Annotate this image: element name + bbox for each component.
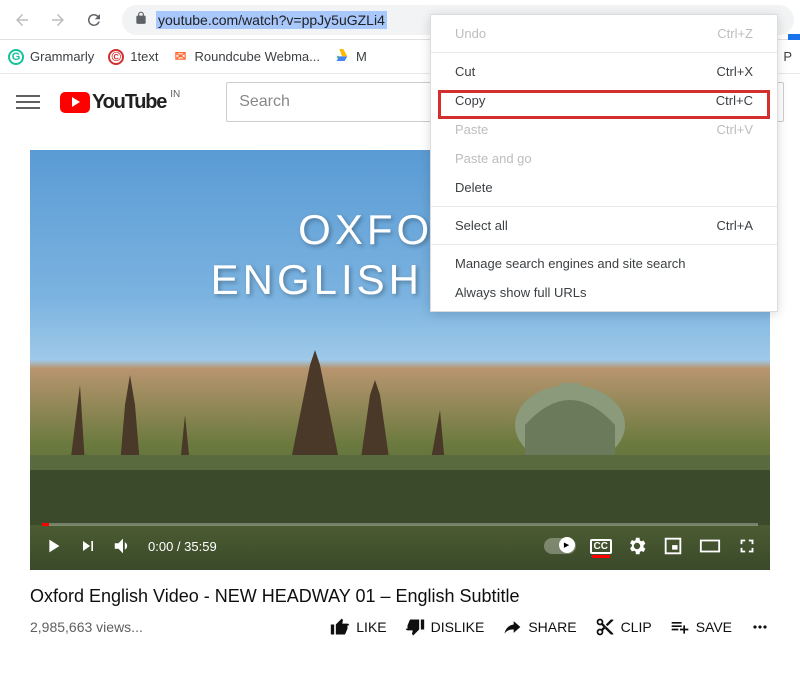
meta-row: 2,985,663 views... LIKE DISLIKE SHARE CL… xyxy=(30,617,770,637)
bookmark-1text[interactable]: © 1text xyxy=(108,49,158,65)
country-code: IN xyxy=(170,89,180,100)
menu-delete[interactable]: Delete xyxy=(431,173,777,202)
youtube-play-icon xyxy=(60,92,90,113)
share-button[interactable]: SHARE xyxy=(502,617,576,637)
settings-button[interactable] xyxy=(626,535,648,557)
roundcube-icon: ✉ xyxy=(172,49,188,65)
like-button[interactable]: LIKE xyxy=(330,617,386,637)
bookmark-grammarly[interactable]: G Grammarly xyxy=(8,49,94,65)
arrow-left-icon xyxy=(13,11,31,29)
scissors-icon xyxy=(595,617,615,637)
play-button[interactable] xyxy=(42,535,64,557)
player-controls: 0:00 / 35:59 CC xyxy=(30,522,770,570)
video-title: Oxford English Video - NEW HEADWAY 01 – … xyxy=(30,586,770,607)
search-placeholder: Search xyxy=(239,93,290,111)
lock-icon xyxy=(134,11,148,28)
video-metadata: Oxford English Video - NEW HEADWAY 01 – … xyxy=(0,570,800,653)
context-menu: UndoCtrl+Z CutCtrl+X CopyCtrl+C PasteCtr… xyxy=(430,14,778,312)
bookmark-roundcube[interactable]: ✉ Roundcube Webma... xyxy=(172,49,320,65)
forward-button[interactable] xyxy=(42,4,74,36)
captions-button[interactable]: CC xyxy=(590,539,612,554)
grammarly-icon: G xyxy=(8,49,24,65)
drive-icon xyxy=(334,47,350,66)
clip-button[interactable]: CLIP xyxy=(595,617,652,637)
menu-full-urls[interactable]: Always show full URLs xyxy=(431,278,777,307)
menu-select-all[interactable]: Select allCtrl+A xyxy=(431,211,777,240)
menu-cut[interactable]: CutCtrl+X xyxy=(431,57,777,86)
url-text: youtube.com/watch?v=ppJy5uGZLi4 xyxy=(156,11,387,29)
youtube-brand-text: YouTube xyxy=(92,91,166,114)
save-button[interactable]: SAVE xyxy=(670,617,732,637)
menu-undo[interactable]: UndoCtrl+Z xyxy=(431,19,777,48)
bookmark-label: M xyxy=(356,49,367,64)
thumbs-down-icon xyxy=(405,617,425,637)
next-button[interactable] xyxy=(78,536,98,556)
more-button[interactable] xyxy=(750,617,770,637)
menu-copy[interactable]: CopyCtrl+C xyxy=(431,86,777,115)
menu-paste[interactable]: PasteCtrl+V xyxy=(431,115,777,144)
playlist-add-icon xyxy=(670,617,690,637)
bookmark-label: P xyxy=(783,49,792,64)
reload-icon xyxy=(85,11,103,29)
onetext-icon: © xyxy=(108,49,124,65)
view-count: 2,985,663 views... xyxy=(30,619,170,635)
fullscreen-button[interactable] xyxy=(736,535,758,557)
bookmark-label: 1text xyxy=(130,49,158,64)
menu-paste-go[interactable]: Paste and go xyxy=(431,144,777,173)
more-horiz-icon xyxy=(750,617,770,637)
bookmark-label: Roundcube Webma... xyxy=(194,49,320,64)
time-display: 0:00 / 35:59 xyxy=(148,539,217,554)
miniplayer-button[interactable] xyxy=(662,535,684,557)
thumbs-up-icon xyxy=(330,617,350,637)
reload-button[interactable] xyxy=(78,4,110,36)
back-button[interactable] xyxy=(6,4,38,36)
volume-button[interactable] xyxy=(112,535,134,557)
arrow-right-icon xyxy=(49,11,67,29)
tab-edge xyxy=(788,34,800,40)
autoplay-toggle[interactable] xyxy=(544,538,576,554)
share-icon xyxy=(502,617,522,637)
youtube-logo[interactable]: YouTube IN xyxy=(60,91,166,114)
menu-button[interactable] xyxy=(16,90,40,114)
skyline-graphic xyxy=(30,325,770,525)
video-actions: LIKE DISLIKE SHARE CLIP SAVE xyxy=(330,617,770,637)
theater-button[interactable] xyxy=(698,535,722,557)
bookmark-drive[interactable]: M xyxy=(334,47,367,66)
dislike-button[interactable]: DISLIKE xyxy=(405,617,485,637)
bookmark-label: Grammarly xyxy=(30,49,94,64)
menu-manage-search[interactable]: Manage search engines and site search xyxy=(431,249,777,278)
